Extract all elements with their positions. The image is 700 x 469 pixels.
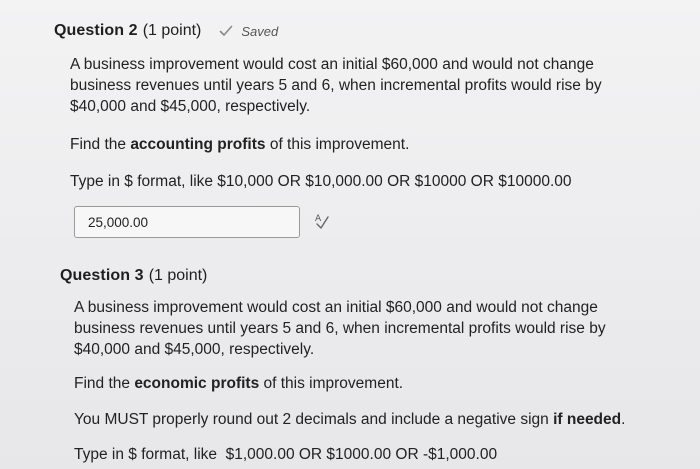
question-2-body-line: business revenues until years 5 and 6, w… bbox=[70, 77, 602, 94]
saved-label: Saved bbox=[241, 23, 279, 39]
saved-status: Saved bbox=[219, 24, 278, 39]
question-2-body: A business improvement would cost an ini… bbox=[70, 54, 602, 117]
question-3-title: Question 3 bbox=[60, 267, 144, 284]
question-3-instruction-prefix: You MUST properly round out 2 decimals a… bbox=[74, 411, 554, 428]
question-2-prompt-emphasis: accounting profits bbox=[130, 136, 266, 153]
question-3-format-hint: Type in $ format, like $1,000.00 OR $100… bbox=[74, 446, 498, 463]
question-2-title: Question 2 bbox=[54, 22, 138, 39]
quiz-page: Question 2 (1 point) Saved A business im… bbox=[0, 0, 700, 469]
question-2-prompt: Find the accounting profits of this impr… bbox=[70, 134, 409, 155]
question-2-points: (1 point) bbox=[142, 22, 202, 39]
question-3-instruction: You MUST properly round out 2 decimals a… bbox=[74, 409, 625, 430]
question-2-answer-value: 25,000.00 bbox=[88, 214, 149, 230]
question-3-instruction-emphasis: if needed bbox=[553, 411, 622, 428]
question-3-instruction-suffix: . bbox=[621, 411, 626, 428]
question-2-answer-input[interactable]: 25,000.00 bbox=[74, 206, 300, 238]
question-3-body-line: business revenues until years 5 and 6, w… bbox=[74, 320, 606, 337]
spellcheck-icon[interactable]: A bbox=[314, 212, 330, 230]
question-2-prompt-prefix: Find the bbox=[70, 136, 131, 153]
question-3-prompt: Find the economic profits of this improv… bbox=[74, 373, 403, 394]
question-3-body-line: $40,000 and $45,000, respectively. bbox=[74, 341, 315, 358]
question-2-prompt-suffix: of this improvement. bbox=[265, 136, 410, 153]
check-icon bbox=[220, 25, 233, 36]
question-3-prompt-suffix: of this improvement. bbox=[259, 375, 404, 392]
question-3-prompt-prefix: Find the bbox=[74, 375, 135, 392]
svg-text:A: A bbox=[315, 214, 322, 224]
question-2-format-hint: Type in $ format, like $10,000 OR $10,00… bbox=[70, 173, 572, 190]
question-2-body-line: $40,000 and $45,000, respectively. bbox=[70, 98, 311, 115]
question-3-points: (1 point) bbox=[148, 267, 208, 284]
question-3-body-line: A business improvement would cost an ini… bbox=[74, 299, 598, 316]
question-2-header: Question 2 (1 point) Saved bbox=[54, 22, 278, 40]
question-2-body-line: A business improvement would cost an ini… bbox=[70, 56, 594, 73]
question-3-header: Question 3 (1 point) bbox=[60, 267, 207, 285]
question-3-body: A business improvement would cost an ini… bbox=[74, 297, 606, 360]
question-3-prompt-emphasis: economic profits bbox=[134, 375, 260, 392]
